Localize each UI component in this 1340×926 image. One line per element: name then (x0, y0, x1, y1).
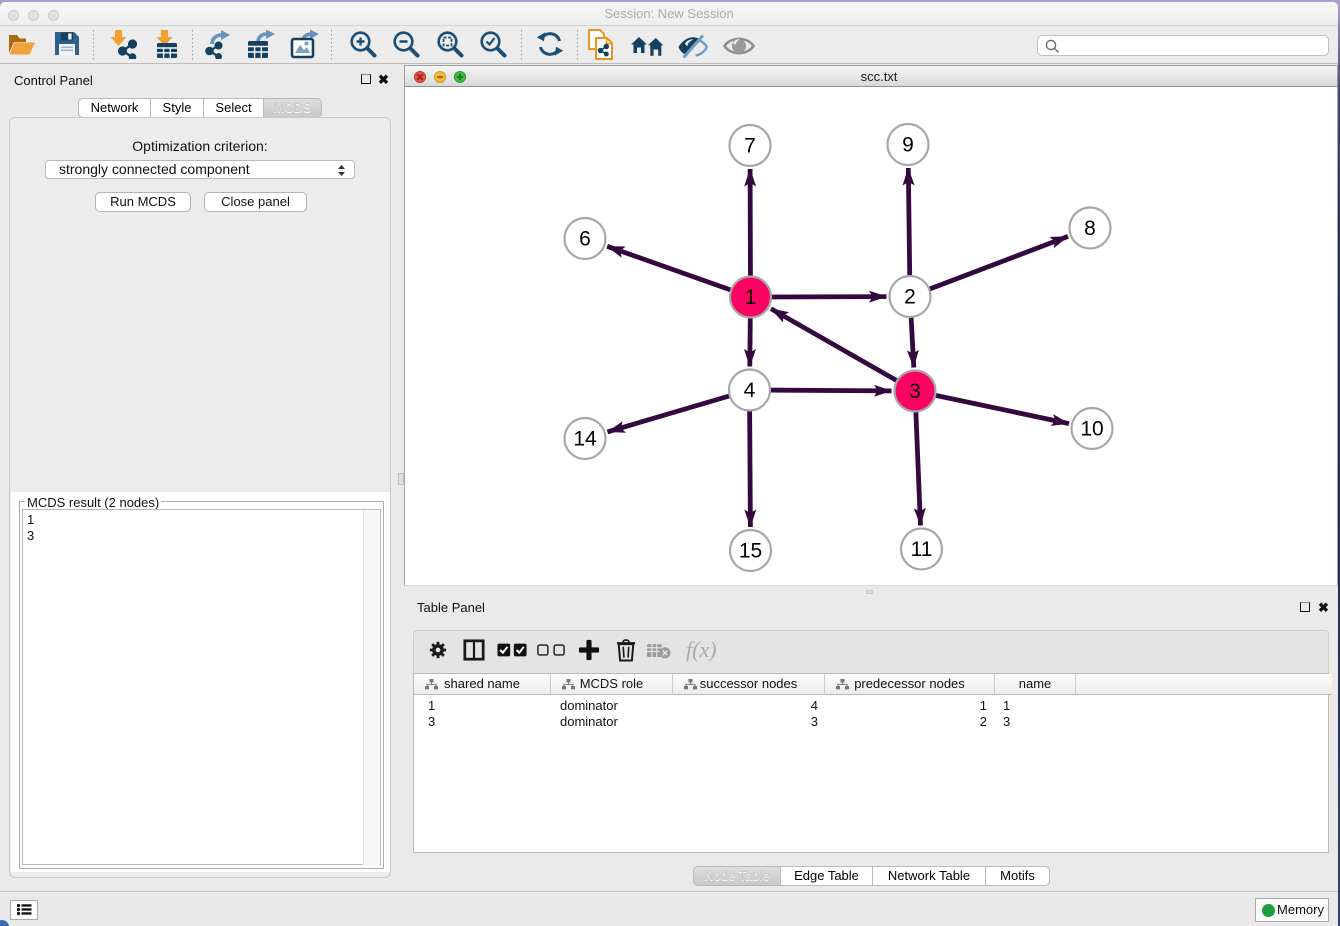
svg-text:14: 14 (573, 428, 597, 451)
svg-text:2: 2 (904, 286, 916, 309)
svg-text:10: 10 (1080, 418, 1103, 441)
svg-text:3: 3 (909, 380, 921, 403)
svg-text:9: 9 (902, 134, 914, 157)
svg-text:6: 6 (579, 228, 591, 251)
svg-text:11: 11 (911, 538, 933, 561)
svg-text:8: 8 (1084, 217, 1096, 240)
svg-text:7: 7 (744, 135, 756, 158)
svg-text:15: 15 (739, 540, 762, 563)
svg-text:1: 1 (745, 286, 757, 309)
svg-text:4: 4 (744, 379, 756, 402)
